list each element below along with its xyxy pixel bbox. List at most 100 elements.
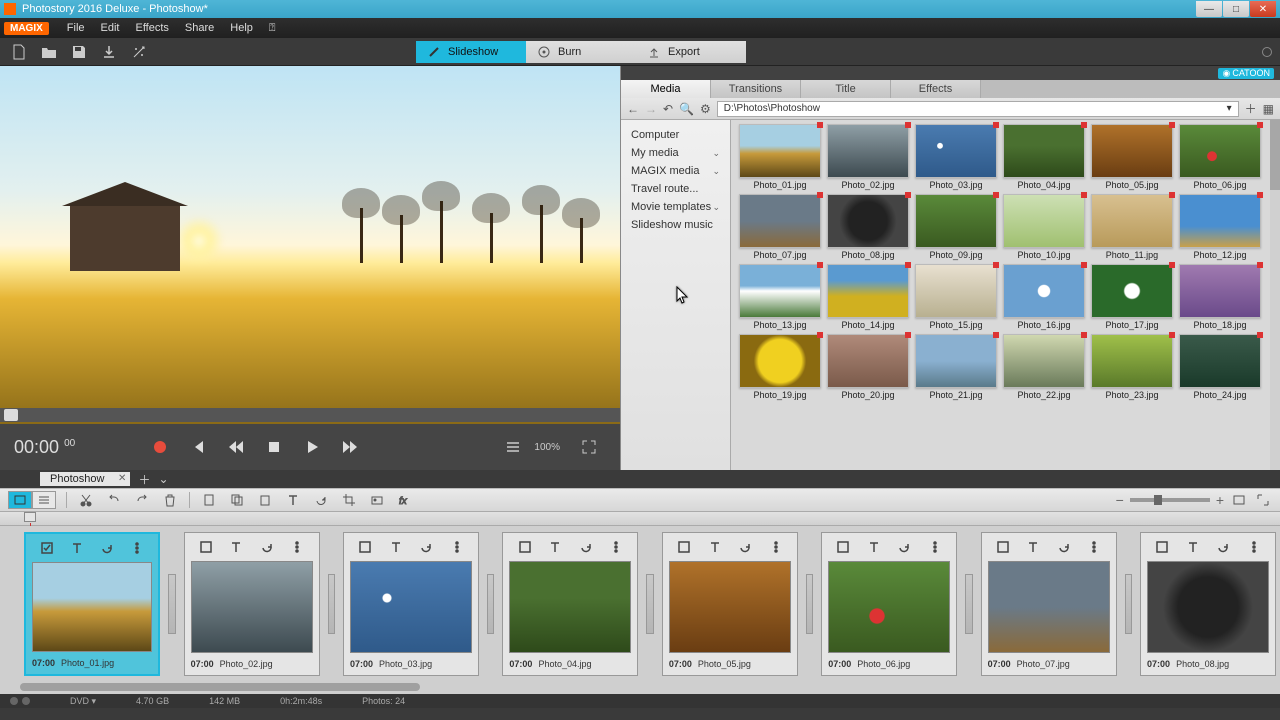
clip-rotate-icon[interactable] (736, 538, 754, 556)
thumbnail-image[interactable] (739, 334, 821, 388)
tree-my-media[interactable]: My media⌄ (621, 144, 730, 162)
clip-menu-icon[interactable] (926, 538, 944, 556)
gear-icon[interactable]: ⚙ (700, 102, 711, 116)
list-menu-icon[interactable] (496, 432, 530, 462)
transition-slot[interactable] (328, 574, 335, 634)
clip-text-icon[interactable] (1184, 538, 1202, 556)
clip[interactable]: 07:00Photo_03.jpg (343, 532, 479, 676)
thumbnail[interactable]: Photo_18.jpg (1179, 264, 1261, 330)
clip-checkbox[interactable] (38, 539, 56, 557)
settings-icon[interactable] (1262, 47, 1272, 57)
thumbnail-image[interactable] (827, 124, 909, 178)
clip-menu-icon[interactable] (128, 539, 146, 557)
tree-magix-media[interactable]: MAGIX media⌄ (621, 162, 730, 180)
thumbnail[interactable]: Photo_09.jpg (915, 194, 997, 260)
clip-checkbox[interactable] (197, 538, 215, 556)
nav-forward-icon[interactable]: → (645, 102, 657, 116)
thumbnail-image[interactable] (1179, 334, 1261, 388)
tree-computer[interactable]: Computer (621, 126, 730, 144)
tree-travel-route[interactable]: Travel route... (621, 180, 730, 198)
copy-icon[interactable] (228, 491, 246, 509)
grid-view-icon[interactable]: ▦ (1263, 102, 1274, 116)
fullscreen-icon[interactable] (572, 432, 606, 462)
thumbnail[interactable]: Photo_04.jpg (1003, 124, 1085, 190)
clip-checkbox[interactable] (834, 538, 852, 556)
stop-button[interactable] (257, 432, 291, 462)
clip-rotate-icon[interactable] (1214, 538, 1232, 556)
scrub-handle[interactable] (4, 409, 18, 421)
menu-help-icon[interactable]: ⍰ (261, 20, 284, 37)
menu-share[interactable]: Share (177, 20, 222, 36)
thumbnail-image[interactable] (739, 264, 821, 318)
transition-slot[interactable] (1125, 574, 1132, 634)
menu-edit[interactable]: Edit (93, 20, 128, 36)
clip-menu-icon[interactable] (1085, 538, 1103, 556)
mode-export[interactable]: Export (636, 41, 746, 63)
clip-text-icon[interactable] (387, 538, 405, 556)
close-button[interactable]: ✕ (1250, 1, 1276, 17)
zoom-in-icon[interactable]: + (1216, 492, 1224, 508)
thumbnail-image[interactable] (1003, 334, 1085, 388)
wizard-icon[interactable] (128, 41, 150, 63)
thumbnail-image[interactable] (1091, 124, 1173, 178)
media-tab-transitions[interactable]: Transitions (711, 80, 801, 98)
clip-text-icon[interactable] (546, 538, 564, 556)
clip-text-icon[interactable] (227, 538, 245, 556)
thumbnail-image[interactable] (1091, 334, 1173, 388)
tree-slideshow-music[interactable]: Slideshow music (621, 216, 730, 234)
preview-scrubber[interactable] (0, 408, 620, 422)
thumbnail[interactable]: Photo_15.jpg (915, 264, 997, 330)
clip-checkbox[interactable] (675, 538, 693, 556)
thumbnail[interactable]: Photo_20.jpg (827, 334, 909, 400)
thumbnail-image[interactable] (915, 194, 997, 248)
mode-slideshow[interactable]: Slideshow (416, 41, 526, 63)
mode-burn[interactable]: Burn (526, 41, 636, 63)
thumbnail-image[interactable] (1003, 124, 1085, 178)
nav-up-icon[interactable]: ↶ (663, 102, 673, 116)
add-icon[interactable]: ＋ (1245, 100, 1257, 117)
thumbnail-image[interactable] (1003, 194, 1085, 248)
transition-slot[interactable] (168, 574, 175, 634)
transition-slot[interactable] (965, 574, 972, 634)
thumbnail[interactable]: Photo_02.jpg (827, 124, 909, 190)
clip-rotate-icon[interactable] (98, 539, 116, 557)
clip[interactable]: 07:00Photo_02.jpg (184, 532, 320, 676)
thumbnail[interactable]: Photo_07.jpg (739, 194, 821, 260)
clip-rotate-icon[interactable] (417, 538, 435, 556)
thumbnail-image[interactable] (915, 264, 997, 318)
playhead[interactable] (24, 512, 36, 522)
thumbnail-image[interactable] (915, 334, 997, 388)
rotate-icon[interactable] (312, 491, 330, 509)
thumbnail-image[interactable] (739, 124, 821, 178)
thumbnail[interactable]: Photo_24.jpg (1179, 334, 1261, 400)
paste-icon[interactable] (200, 491, 218, 509)
thumbnail-image[interactable] (1091, 264, 1173, 318)
clip-text-icon[interactable] (865, 538, 883, 556)
thumbnail[interactable]: Photo_13.jpg (739, 264, 821, 330)
thumbnail-image[interactable] (915, 124, 997, 178)
clip[interactable]: 07:00Photo_07.jpg (981, 532, 1117, 676)
redo-icon[interactable] (133, 491, 151, 509)
transition-slot[interactable] (646, 574, 653, 634)
media-tab-effects[interactable]: Effects (891, 80, 981, 98)
close-tab-icon[interactable]: ✕ (118, 473, 126, 484)
menu-effects[interactable]: Effects (127, 20, 176, 36)
status-format[interactable]: DVD ▾ (70, 696, 96, 707)
menu-help[interactable]: Help (222, 20, 261, 36)
tab-menu-icon[interactable]: ⌄ (158, 472, 168, 486)
thumbnail-image[interactable] (1179, 264, 1261, 318)
clip-text-icon[interactable] (68, 539, 86, 557)
download-icon[interactable] (98, 41, 120, 63)
thumbnail-image[interactable] (1179, 124, 1261, 178)
thumbnail[interactable]: Photo_01.jpg (739, 124, 821, 190)
thumbnail[interactable]: Photo_23.jpg (1091, 334, 1173, 400)
clip-rotate-icon[interactable] (1055, 538, 1073, 556)
clip-checkbox[interactable] (356, 538, 374, 556)
thumbnail[interactable]: Photo_14.jpg (827, 264, 909, 330)
new-file-icon[interactable] (8, 41, 30, 63)
clip[interactable]: 07:00Photo_06.jpg (821, 532, 957, 676)
thumbnail[interactable]: Photo_17.jpg (1091, 264, 1173, 330)
thumbnail[interactable]: Photo_05.jpg (1091, 124, 1173, 190)
thumbnail-image[interactable] (1179, 194, 1261, 248)
thumbnail[interactable]: Photo_19.jpg (739, 334, 821, 400)
